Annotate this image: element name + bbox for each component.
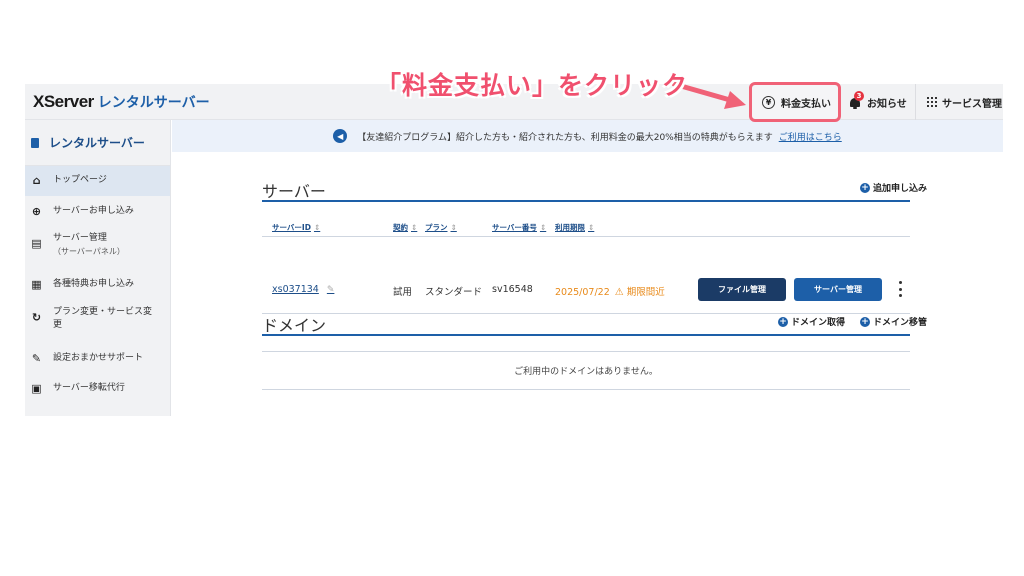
sidebar: レンタルサーバー ⌂ トップページ ⊕ サーバーお申し込み ▤ サーバー管理 （…	[25, 120, 171, 416]
server-section-divider	[262, 200, 910, 202]
screenshot-canvas: 「料金支払い」をクリック XServer レンタルサーバー ¥ 料金支払い 3 お…	[0, 0, 1024, 576]
server-move-icon: ▣	[31, 382, 42, 395]
warning-icon: ⚠	[614, 287, 624, 298]
acquire-domain-link[interactable]: + ドメイン取得	[778, 315, 845, 328]
sidebar-item-label: サーバー移転代行	[53, 383, 125, 393]
column-header-label: 利用期限	[555, 223, 585, 232]
plus-circle-icon: ⊕	[31, 205, 42, 218]
plus-icon: +	[860, 316, 870, 327]
plus-icon: +	[778, 316, 788, 327]
sidebar-item-sublabel: （サーバーパネル）	[53, 247, 125, 256]
expiry-warning: 期限間近	[626, 287, 665, 298]
wrench-icon: ✎	[31, 352, 42, 365]
bell-icon: 3	[849, 90, 864, 109]
transfer-domain-label: ドメイン移管	[873, 318, 928, 328]
sidebar-item-benefits[interactable]: ▦ 各種特典お申し込み	[25, 270, 170, 300]
empty-domain-message: ご利用中のドメインはありません。	[514, 367, 658, 377]
notice-button[interactable]: 3 お知らせ	[849, 84, 907, 120]
column-header-plan[interactable]: プラン ⇕	[425, 222, 457, 233]
sidebar-item-server-panel[interactable]: ▤ サーバー管理 （サーバーパネル）	[25, 226, 170, 270]
sidebar-item-label: サーバー管理	[53, 233, 107, 243]
column-header-contract[interactable]: 契約 ⇕	[393, 222, 417, 233]
server-id-link[interactable]: xs037134 ✎	[272, 284, 334, 295]
grid-icon	[927, 97, 937, 107]
logo[interactable]: XServer レンタルサーバー	[33, 92, 210, 112]
column-header-server-id[interactable]: サーバーID ⇕	[272, 222, 320, 233]
logo-text: XServer	[33, 92, 94, 111]
app-window: XServer レンタルサーバー ¥ 料金支払い 3 お知らせ サービス管理 レ…	[25, 82, 1003, 416]
annotation-callout: 「料金支払い」をクリック	[376, 71, 689, 100]
sidebar-item-top[interactable]: ⌂ トップページ	[25, 166, 170, 196]
sidebar-item-label: 設定おまかせサポート	[53, 353, 144, 363]
pencil-icon[interactable]: ✎	[327, 285, 335, 295]
plan-cell: スタンダード	[425, 287, 483, 298]
server-icon: ▤	[31, 237, 42, 250]
megaphone-icon: ◀	[333, 129, 348, 143]
column-header-expiry[interactable]: 利用期限 ⇕	[555, 222, 594, 233]
header-divider	[915, 84, 916, 120]
add-order-link[interactable]: + 追加申し込み	[860, 181, 927, 194]
server-number-cell: sv16548	[492, 284, 533, 295]
sidebar-item-server-order[interactable]: ⊕ サーバーお申し込み	[25, 196, 170, 226]
sidebar-title: レンタルサーバー	[25, 120, 170, 166]
sidebar-item-label: サーバーお申し込み	[53, 206, 134, 216]
notice-badge: 3	[854, 90, 864, 101]
column-header-label: 契約	[393, 223, 408, 232]
home-icon: ⌂	[32, 174, 41, 187]
payment-label: 料金支払い	[781, 98, 831, 110]
sidebar-item-migration[interactable]: ▣ サーバー移転代行	[25, 374, 170, 404]
table-divider	[262, 236, 910, 237]
column-header-label: プラン	[425, 223, 448, 232]
column-header-label: サーバー番号	[492, 223, 537, 232]
domain-section-divider	[262, 334, 910, 336]
acquire-domain-label: ドメイン取得	[791, 318, 846, 328]
gift-icon: ▦	[31, 278, 42, 291]
banner-link[interactable]: ご利用はこちら	[779, 130, 842, 143]
notice-label: お知らせ	[867, 98, 907, 110]
plus-icon: +	[860, 182, 870, 193]
payment-button[interactable]: ¥ 料金支払い	[749, 82, 841, 122]
add-order-label: 追加申し込み	[873, 184, 928, 194]
table-divider	[262, 313, 910, 314]
table-divider	[262, 389, 910, 390]
more-options-icon[interactable]	[898, 281, 902, 297]
sidebar-item-plan-change[interactable]: ↻ プラン変更・サービス変 更	[25, 300, 170, 344]
server-cube-icon	[31, 137, 39, 148]
expiry-cell: 2025/07/22 ⚠ 期限間近	[555, 284, 665, 298]
sidebar-item-sublabel: 更	[53, 320, 63, 330]
transfer-domain-link[interactable]: + ドメイン移管	[860, 315, 927, 328]
logo-sub: レンタルサーバー	[97, 94, 210, 110]
sidebar-item-label: プラン変更・サービス変	[53, 307, 153, 317]
service-management-label: サービス管理	[942, 98, 1002, 110]
domain-section-title: ドメイン	[262, 316, 327, 335]
contract-cell: 試用	[393, 287, 413, 298]
sidebar-item-label: トップページ	[53, 175, 107, 185]
sidebar-item-label: 各種特典お申し込み	[53, 279, 135, 289]
service-management-button[interactable]: サービス管理	[927, 84, 1002, 120]
column-header-label: サーバーID	[272, 223, 311, 232]
banner-text: 【友達紹介プログラム】紹介した方も・紹介された方も、利用料金の最大20%相当の特…	[357, 132, 773, 143]
sidebar-item-setup-support[interactable]: ✎ 設定おまかせサポート	[25, 344, 170, 374]
referral-banner: ◀ 【友達紹介プログラム】紹介した方も・紹介された方も、利用料金の最大20%相当…	[172, 120, 1003, 152]
server-management-button[interactable]: サーバー管理	[794, 278, 882, 301]
yen-icon: ¥	[762, 95, 775, 109]
main-content: ◀ 【友達紹介プログラム】紹介した方も・紹介された方も、利用料金の最大20%相当…	[172, 120, 1003, 416]
column-header-server-number[interactable]: サーバー番号 ⇕	[492, 222, 546, 233]
refresh-icon: ↻	[31, 311, 42, 324]
server-id-text: xs037134	[272, 284, 319, 295]
file-management-button[interactable]: ファイル管理	[698, 278, 786, 301]
expiry-date: 2025/07/22	[555, 287, 610, 298]
table-divider	[262, 351, 910, 352]
server-section-title: サーバー	[262, 182, 326, 201]
sidebar-title-text: レンタルサーバー	[49, 136, 145, 150]
